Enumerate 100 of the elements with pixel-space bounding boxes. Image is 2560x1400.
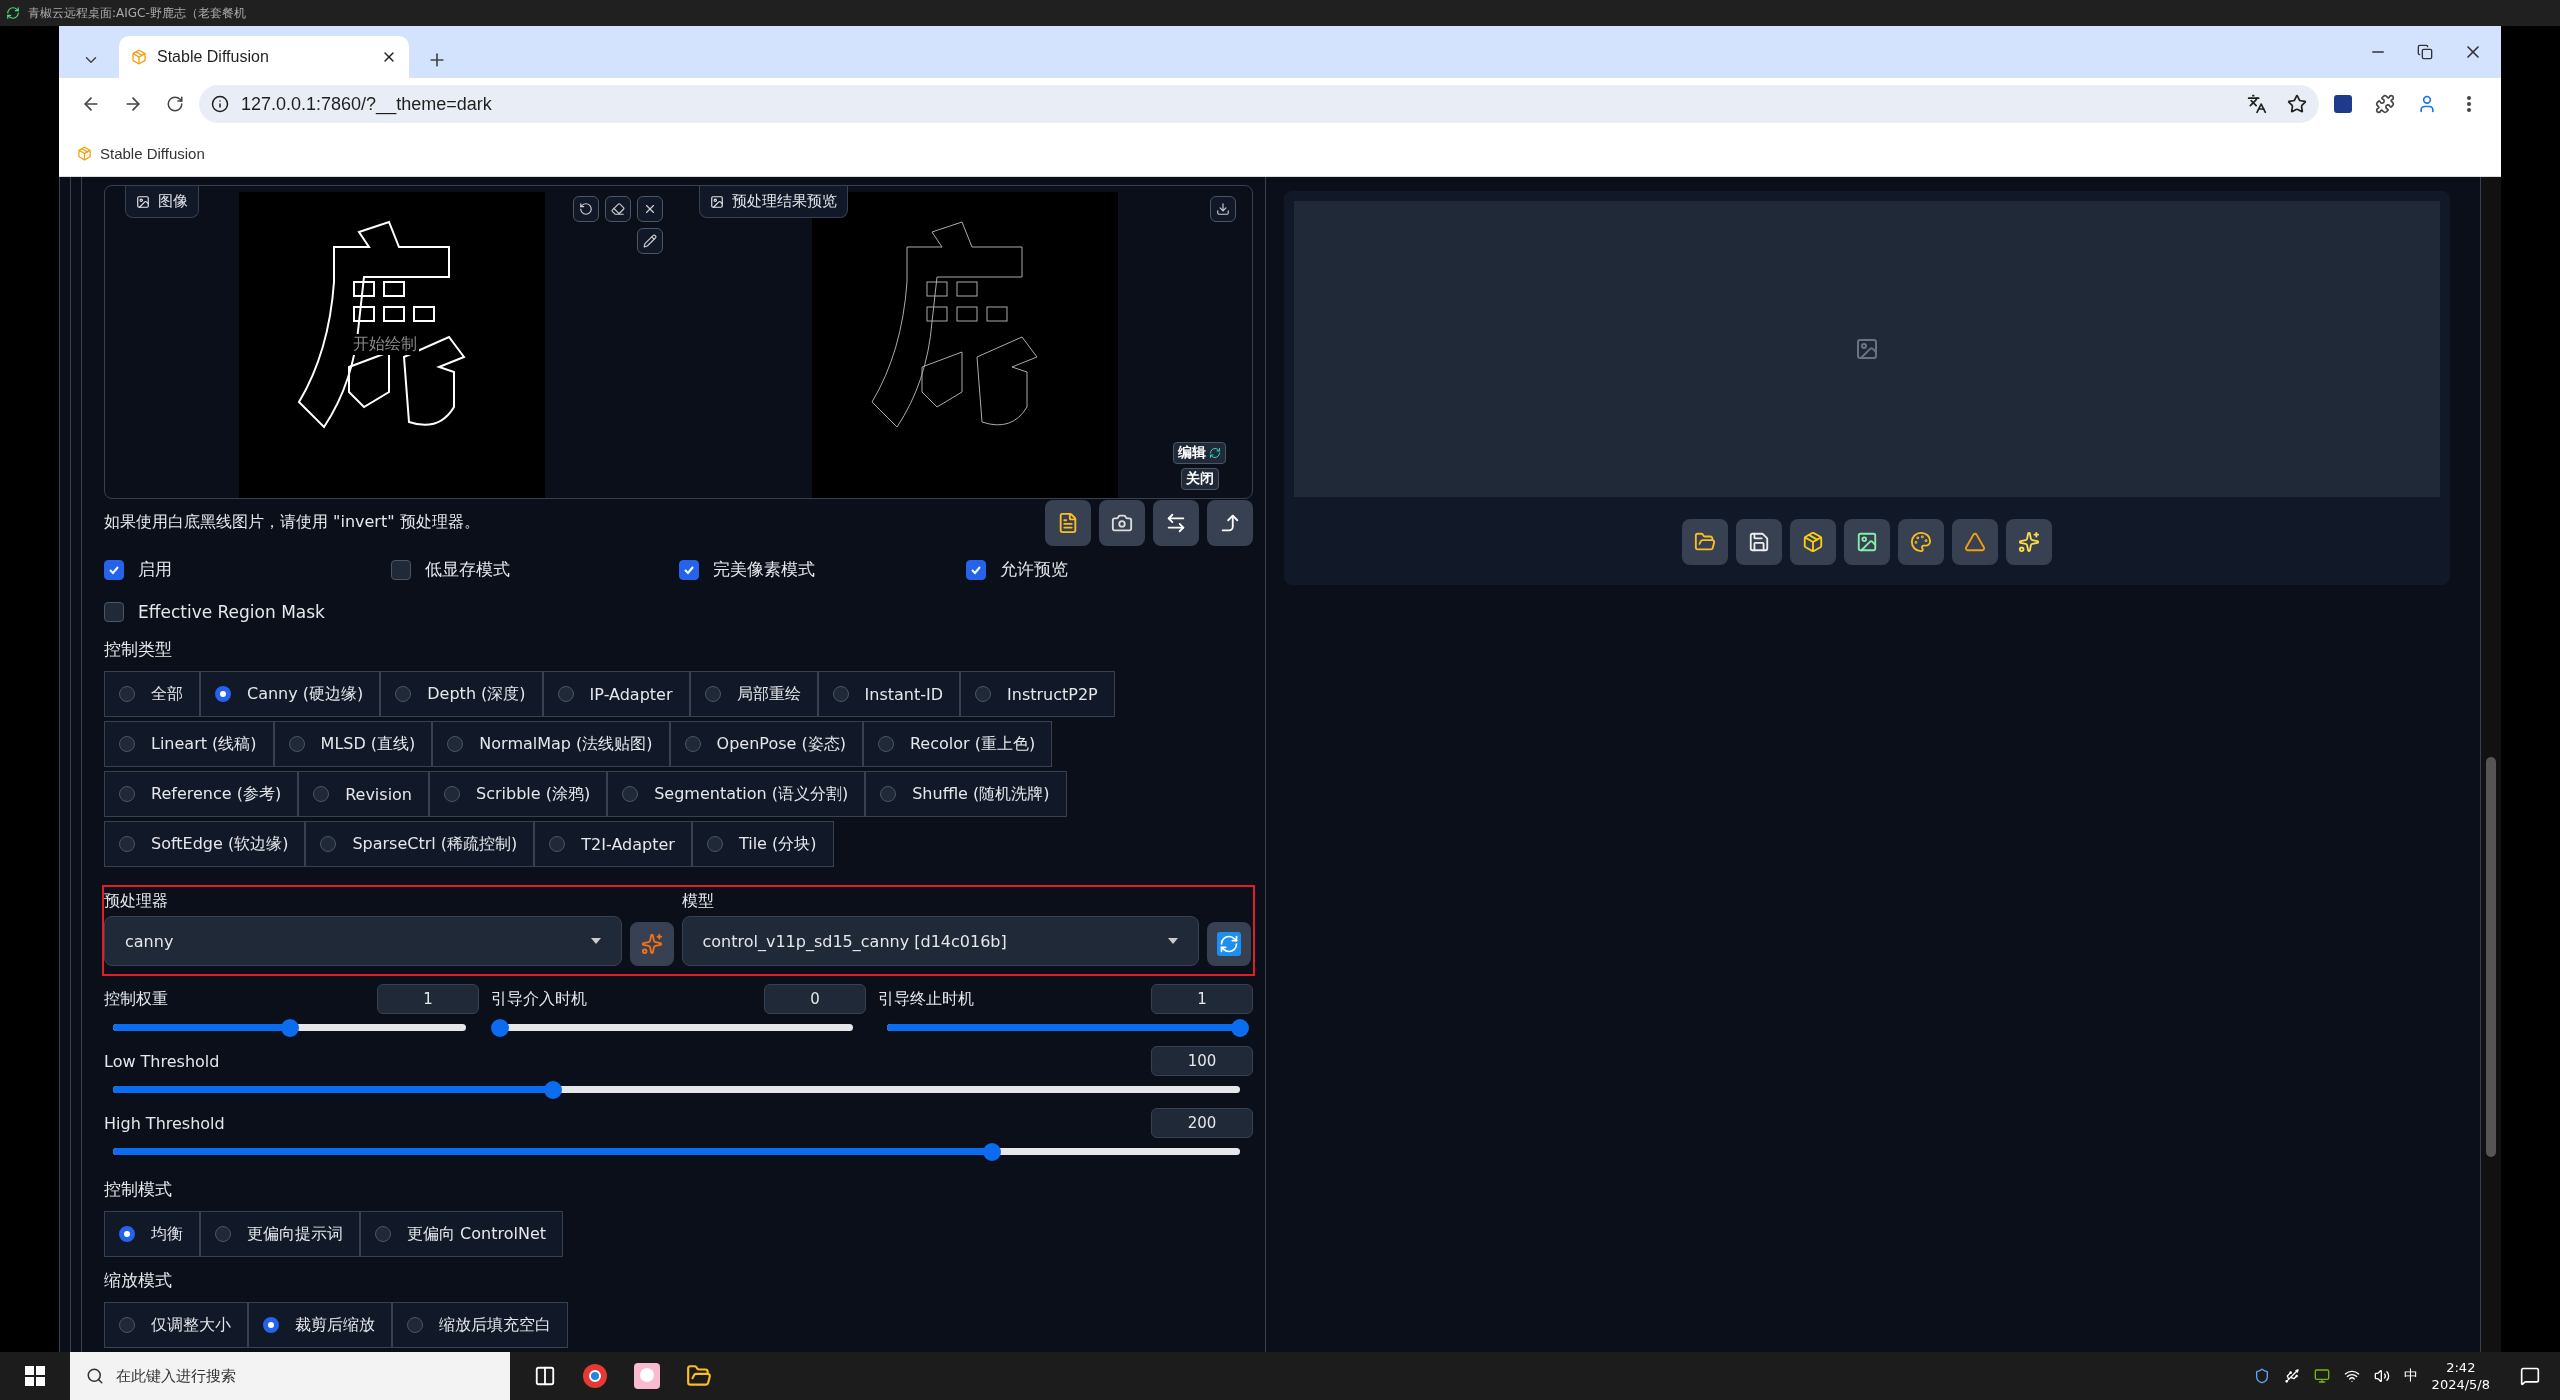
slider-thumb[interactable] — [983, 1143, 1002, 1161]
folder-icon[interactable] — [686, 1363, 712, 1389]
radio-dot[interactable] — [313, 786, 330, 802]
radio-dot[interactable] — [119, 1317, 135, 1333]
radio-dot[interactable] — [288, 736, 305, 752]
camera-button[interactable] — [1099, 499, 1145, 546]
radio-dot[interactable] — [320, 836, 337, 852]
radio-option[interactable]: 更偏向 ControlNet — [360, 1211, 563, 1257]
new-canvas-button[interactable] — [1045, 499, 1091, 546]
number-field[interactable]: 100 — [1151, 1046, 1253, 1076]
radio-dot[interactable] — [975, 686, 992, 702]
radio-option[interactable]: 局部重绘 — [689, 671, 818, 717]
slider-thumb[interactable] — [543, 1081, 562, 1099]
radio-dot[interactable] — [407, 1317, 423, 1333]
radio-option[interactable]: Lineart (线稿) — [104, 721, 274, 767]
radio-option[interactable]: 均衡 — [104, 1211, 200, 1257]
radio-dot[interactable] — [444, 786, 460, 802]
palette-button[interactable] — [1898, 519, 1944, 565]
volume-icon[interactable] — [2373, 1368, 2390, 1384]
radio-option[interactable]: InstructP2P — [960, 671, 1115, 717]
checkbox[interactable] — [391, 559, 412, 580]
radio-option[interactable]: IP-Adapter — [542, 671, 690, 717]
radio-option[interactable]: Scribble (涂鸦) — [429, 771, 608, 817]
slider-thumb[interactable] — [1231, 1019, 1249, 1037]
number-field[interactable]: 200 — [1151, 1108, 1253, 1138]
usb-icon[interactable] — [2283, 1368, 2300, 1384]
checkbox[interactable] — [104, 601, 124, 622]
translate-icon[interactable] — [2247, 94, 2267, 114]
checkbox[interactable] — [965, 559, 986, 580]
radio-dot[interactable] — [119, 1226, 135, 1242]
clock-time[interactable]: 2:42 — [2446, 1359, 2476, 1376]
monitor-icon[interactable] — [2313, 1368, 2330, 1384]
clear-button[interactable] — [636, 196, 663, 222]
save-button[interactable] — [1736, 519, 1782, 565]
radio-option[interactable]: SparseCtrl (稀疏控制) — [305, 821, 535, 867]
radio-dot[interactable] — [119, 686, 135, 702]
address-bar[interactable]: 127.0.0.1:7860/?__theme=dark — [199, 85, 2319, 123]
radio-option[interactable]: SoftEdge (软边缘) — [104, 821, 306, 867]
radio-dot[interactable] — [557, 686, 574, 702]
taskbar-search-field[interactable]: 在此键入进行搜索 — [70, 1352, 510, 1400]
edit-button[interactable]: 编辑 — [1173, 442, 1226, 464]
radio-dot[interactable] — [880, 786, 897, 802]
close-button[interactable]: 关闭 — [1180, 468, 1219, 490]
radio-option[interactable]: Shuffle (随机洗牌) — [865, 771, 1067, 817]
radio-option[interactable]: Recolor (重上色) — [862, 721, 1053, 767]
model-dropdown[interactable]: control_v11p_sd15_canny [d14c016b] — [681, 916, 1199, 966]
radio-dot[interactable] — [215, 686, 231, 702]
browser-tab[interactable]: Stable Diffusion — [119, 36, 409, 78]
clock-date[interactable]: 2024/5/8 — [2431, 1376, 2490, 1393]
sparkles-button[interactable] — [2006, 519, 2052, 565]
star-icon[interactable] — [2287, 94, 2307, 114]
slider-thumb[interactable] — [491, 1019, 509, 1037]
download-button[interactable] — [1210, 196, 1236, 222]
eraser-button[interactable] — [604, 196, 631, 222]
radio-option[interactable]: MLSD (直线) — [273, 721, 433, 767]
radio-option[interactable]: Depth (深度) — [380, 671, 543, 717]
bookmark[interactable]: Stable Diffusion — [77, 144, 205, 162]
browser-icon[interactable] — [582, 1363, 608, 1389]
radio-option[interactable]: T2I-Adapter — [534, 821, 692, 867]
notification-icon[interactable] — [2520, 1366, 2540, 1386]
scrollbar-thumb[interactable] — [2486, 757, 2496, 1157]
radio-dot[interactable] — [263, 1317, 279, 1333]
radio-dot[interactable] — [622, 786, 639, 802]
radio-dot[interactable] — [549, 836, 566, 852]
radio-option[interactable]: Instant-ID — [817, 671, 961, 717]
radio-option[interactable]: 裁剪后缩放 — [248, 1302, 392, 1348]
radio-dot[interactable] — [877, 736, 894, 752]
radio-option[interactable]: 缩放后填充空白 — [392, 1302, 568, 1348]
radio-option[interactable]: NormalMap (法线贴图) — [432, 721, 670, 767]
radio-dot[interactable] — [704, 686, 721, 702]
radio-dot[interactable] — [119, 786, 135, 802]
brush-button[interactable] — [636, 228, 663, 254]
radio-dot[interactable] — [215, 1226, 231, 1242]
radio-dot[interactable] — [706, 836, 723, 852]
task-view-icon[interactable] — [534, 1365, 556, 1387]
undo-button[interactable] — [572, 196, 599, 222]
radio-option[interactable]: Revision — [298, 771, 429, 817]
radio-option[interactable]: Tile (分块) — [691, 821, 834, 867]
archive-button[interactable] — [1790, 519, 1836, 565]
run-preprocessor-button[interactable] — [629, 922, 674, 966]
app-icon[interactable] — [634, 1363, 660, 1389]
radio-option[interactable]: Canny (硬边缘) — [200, 671, 381, 717]
radio-option[interactable]: 更偏向提示词 — [200, 1211, 360, 1257]
radio-option[interactable]: Reference (参考) — [104, 771, 299, 817]
number-field[interactable]: 1 — [1151, 984, 1253, 1014]
swap-button[interactable] — [1153, 499, 1199, 546]
radio-option[interactable]: Segmentation (语义分割) — [607, 771, 866, 817]
radio-option[interactable]: 仅调整大小 — [104, 1302, 248, 1348]
radio-option[interactable]: OpenPose (姿态) — [669, 721, 863, 767]
radio-option[interactable]: 全部 — [104, 671, 200, 717]
radio-dot[interactable] — [832, 686, 849, 702]
image-button[interactable] — [1844, 519, 1890, 565]
radio-dot[interactable] — [119, 736, 135, 752]
checkbox[interactable] — [678, 559, 699, 580]
slider-thumb[interactable] — [280, 1019, 299, 1037]
number-field[interactable]: 1 — [377, 984, 479, 1014]
radio-dot[interactable] — [395, 686, 412, 702]
open-folder-button[interactable] — [1682, 519, 1728, 565]
ruler-button[interactable] — [1952, 519, 1998, 565]
radio-dot[interactable] — [447, 736, 464, 752]
